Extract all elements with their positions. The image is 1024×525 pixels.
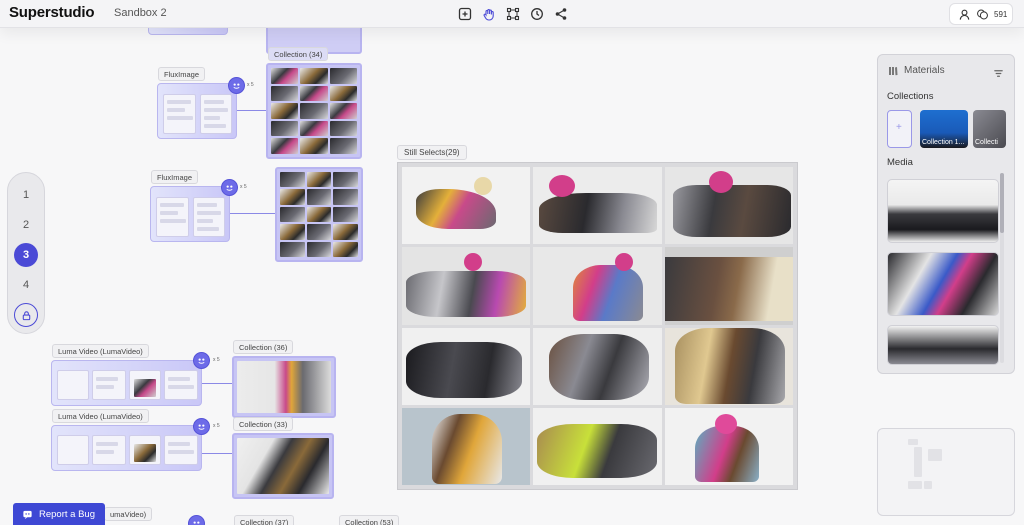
generate-badge-icon[interactable]	[228, 77, 245, 94]
share-icon	[555, 7, 566, 20]
collection-label: Collection (53)	[339, 515, 400, 525]
collection-label: Collection (37)	[234, 515, 295, 525]
app-logo[interactable]: Superstudio	[9, 4, 95, 21]
collection-label: Collection (36)	[233, 340, 294, 354]
stage-2-button[interactable]: 2	[14, 213, 38, 237]
still-image[interactable]	[664, 247, 793, 325]
node-label: FluxImage	[151, 170, 199, 184]
workflow-canvas[interactable]: FluxImage x 5 Collection (34) FluxImage	[0, 0, 1024, 525]
stage-3-button[interactable]: 3	[14, 243, 38, 267]
credits-icon	[977, 9, 988, 19]
still-image[interactable]	[533, 247, 662, 325]
collections-heading: Collections	[887, 91, 934, 102]
materials-panel: Materials Collections + Collection 1... …	[877, 54, 1015, 374]
add-icon: +	[896, 122, 902, 133]
materials-header: Materials	[888, 65, 945, 76]
collection-thumbnail[interactable]: Collecti	[973, 110, 1006, 148]
node-label: Luma Video (LumaVideo)	[52, 344, 149, 358]
still-image[interactable]	[402, 247, 531, 325]
collection-caption: Collection 1...	[922, 139, 965, 146]
stage-selector: 1 2 3 4	[7, 172, 45, 334]
report-bug-button[interactable]: Report a Bug	[13, 503, 105, 525]
still-image[interactable]	[664, 407, 793, 485]
still-image[interactable]	[664, 167, 793, 245]
collection-label: Collection (33)	[233, 417, 294, 431]
still-image[interactable]	[533, 327, 662, 405]
collection-flux-2[interactable]	[275, 167, 363, 262]
filter-button[interactable]	[993, 66, 1004, 77]
library-icon	[889, 66, 898, 75]
history-button[interactable]	[529, 6, 544, 21]
media-heading: Media	[887, 157, 913, 168]
collection-36[interactable]	[232, 356, 336, 418]
collection-label: Collection (34)	[268, 47, 329, 61]
scrollbar-thumb[interactable]	[1000, 173, 1004, 233]
add-frame-button[interactable]	[457, 6, 472, 21]
minimap[interactable]	[877, 428, 1015, 516]
collection-33[interactable]	[232, 433, 334, 499]
generate-badge-icon[interactable]	[193, 418, 210, 435]
run-count: x 5	[240, 184, 247, 190]
credit-count: 591	[994, 9, 1008, 19]
hand-icon	[483, 8, 494, 21]
edge	[202, 383, 233, 384]
history-icon	[530, 7, 543, 20]
add-frame-icon	[458, 7, 471, 20]
run-count: x 5	[247, 82, 254, 88]
still-selects-label: Still Selects(29)	[397, 145, 467, 160]
top-bar: Superstudio Sandbox 2 591	[0, 0, 1024, 28]
collection-thumbnail[interactable]: Collection 1...	[920, 110, 968, 148]
still-image[interactable]	[533, 167, 662, 245]
collection-34[interactable]	[266, 63, 362, 159]
lock-icon	[22, 310, 30, 320]
connect-icon	[506, 7, 519, 20]
edge	[202, 453, 233, 454]
flux-image-node[interactable]	[150, 186, 230, 242]
media-scrollbar[interactable]	[1000, 173, 1004, 363]
generate-badge-icon[interactable]	[188, 515, 205, 525]
luma-video-node[interactable]	[51, 360, 202, 406]
still-selects-board[interactable]	[397, 162, 798, 490]
stage-4-button[interactable]: 4	[14, 273, 38, 297]
report-bug-label: Report a Bug	[39, 508, 95, 520]
lock-stage-button[interactable]	[14, 303, 38, 327]
generate-badge-icon[interactable]	[221, 179, 238, 196]
flux-image-node[interactable]	[157, 83, 237, 139]
node-label: umaVideo)	[104, 507, 153, 521]
run-count: x 5	[213, 423, 220, 429]
hand-tool-button[interactable]	[481, 6, 496, 21]
connect-tool-button[interactable]	[505, 6, 520, 21]
project-name[interactable]: Sandbox 2	[114, 7, 167, 19]
still-image[interactable]	[664, 327, 793, 405]
node-label: FluxImage	[158, 67, 206, 81]
new-collection-button[interactable]: +	[887, 110, 912, 148]
still-image[interactable]	[402, 327, 531, 405]
account-menu[interactable]: 591	[949, 3, 1013, 25]
still-image[interactable]	[402, 167, 531, 245]
still-image[interactable]	[533, 407, 662, 485]
node-label: Luma Video (LumaVideo)	[52, 409, 149, 423]
canvas-toolbar	[457, 6, 568, 21]
bug-report-icon	[23, 510, 32, 519]
media-item[interactable]	[887, 325, 999, 365]
share-button[interactable]	[553, 6, 568, 21]
stage-1-button[interactable]: 1	[14, 183, 38, 207]
media-item[interactable]	[887, 179, 999, 243]
edge	[230, 213, 276, 214]
collection-caption: Collecti	[975, 139, 998, 146]
luma-video-node[interactable]	[51, 425, 202, 471]
edge	[237, 110, 267, 111]
generate-badge-icon[interactable]	[193, 352, 210, 369]
media-item[interactable]	[887, 252, 999, 316]
run-count: x 5	[213, 357, 220, 363]
filter-icon	[994, 70, 1003, 77]
user-icon	[959, 9, 970, 20]
materials-title: Materials	[904, 65, 945, 76]
still-image[interactable]	[402, 407, 531, 485]
